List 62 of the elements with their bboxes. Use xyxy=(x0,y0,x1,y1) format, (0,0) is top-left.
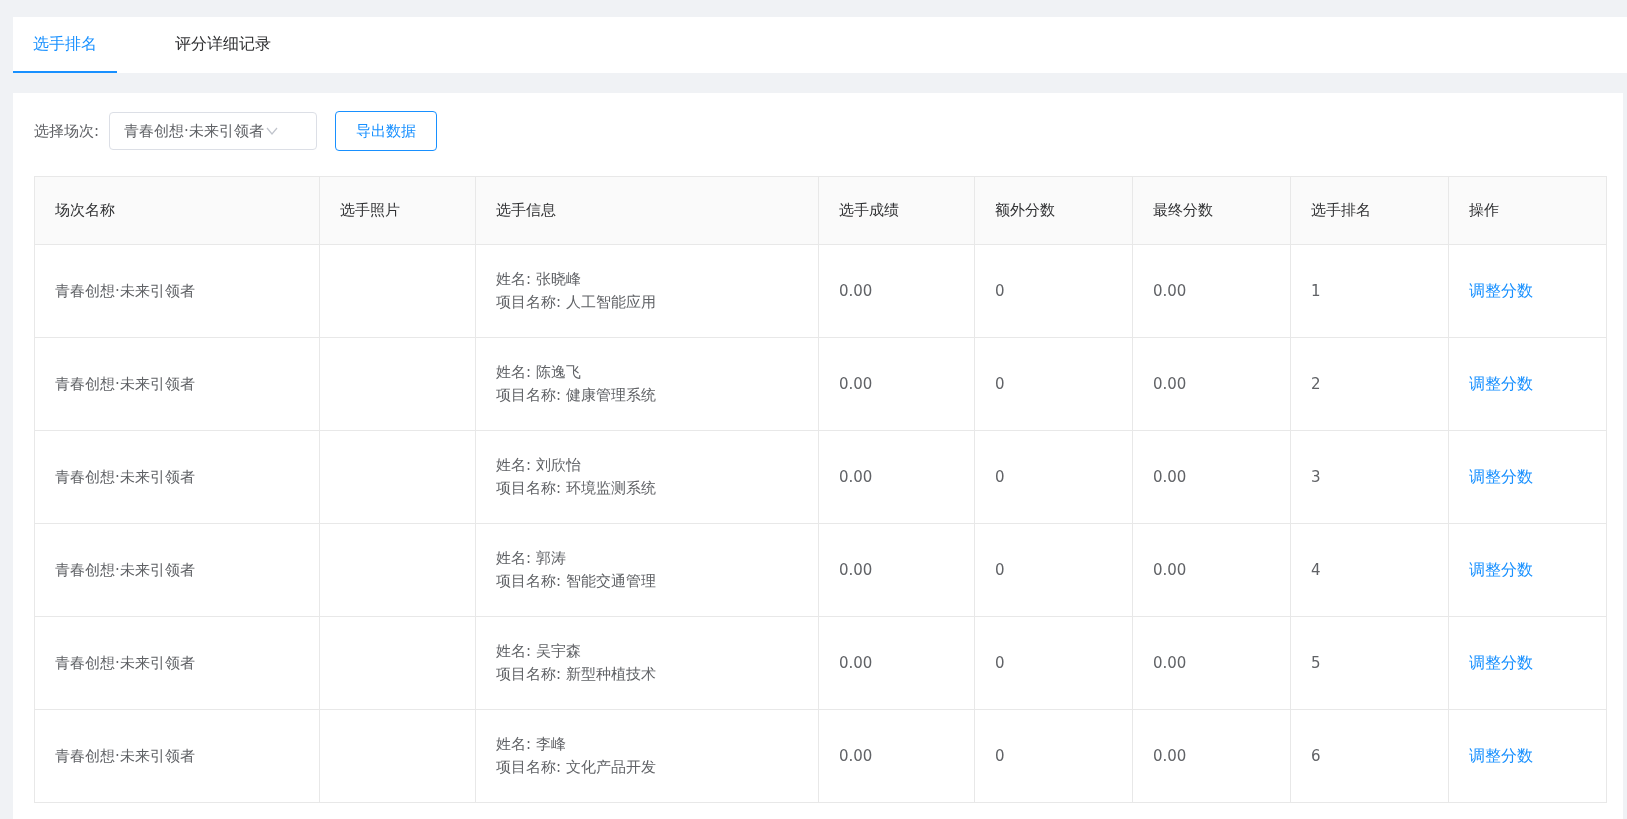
table-cell: 青春创想·未来引领者 xyxy=(34,523,320,617)
player-name: 姓名: 陈逸飞 xyxy=(496,362,582,383)
adjust-score-link[interactable]: 调整分数 xyxy=(1469,559,1533,579)
table-cell: 0.00 xyxy=(818,430,975,524)
export-button[interactable]: 导出数据 xyxy=(335,111,438,151)
column-header: 额外分数 xyxy=(974,176,1133,245)
table-cell: 3 xyxy=(1290,430,1449,524)
player-name: 姓名: 郭涛 xyxy=(496,548,567,569)
column-header: 选手成绩 xyxy=(818,176,975,245)
table-cell: 2 xyxy=(1290,337,1449,431)
filter-label: 选择场次: xyxy=(34,121,100,141)
adjust-score-link[interactable]: 调整分数 xyxy=(1469,652,1533,672)
project-name: 项目名称: 人工智能应用 xyxy=(496,292,657,313)
table-cell: 0.00 xyxy=(1132,709,1291,803)
column-header: 操作 xyxy=(1448,176,1607,245)
table-cell: 0.00 xyxy=(1132,337,1291,431)
table-cell: 0.00 xyxy=(818,337,975,431)
player-name: 姓名: 张晓峰 xyxy=(496,269,582,290)
table-cell: 0.00 xyxy=(818,244,975,338)
player-name: 姓名: 刘欣怡 xyxy=(496,455,582,476)
table-cell: 0.00 xyxy=(1132,244,1291,338)
table-cell: 0.00 xyxy=(1132,616,1291,710)
table-cell: 青春创想·未来引领者 xyxy=(34,244,320,338)
table-cell: 6 xyxy=(1290,709,1449,803)
chevron-down-icon xyxy=(265,127,278,135)
session-select[interactable]: 青春创想·未来引领者 xyxy=(109,112,318,150)
table-cell: 0 xyxy=(974,244,1133,338)
table-cell: 青春创想·未来引领者 xyxy=(34,430,320,524)
tab[interactable]: 评分详细记录 xyxy=(155,17,291,73)
table-cell: 5 xyxy=(1290,616,1449,710)
table-cell: 4 xyxy=(1290,523,1449,617)
column-header: 选手排名 xyxy=(1290,176,1449,245)
adjust-score-link[interactable]: 调整分数 xyxy=(1469,745,1533,765)
table-cell: 0.00 xyxy=(1132,430,1291,524)
adjust-score-link[interactable]: 调整分数 xyxy=(1469,466,1533,486)
table-cell: 0.00 xyxy=(818,709,975,803)
player-name: 姓名: 吴宇森 xyxy=(496,641,582,662)
table-cell: 0 xyxy=(974,616,1133,710)
player-name: 姓名: 李峰 xyxy=(496,734,567,755)
table-cell: 0 xyxy=(974,523,1133,617)
table-cell: 青春创想·未来引领者 xyxy=(34,616,320,710)
column-header: 场次名称 xyxy=(34,176,320,245)
table-cell: 0.00 xyxy=(1132,523,1291,617)
adjust-score-link[interactable]: 调整分数 xyxy=(1469,280,1533,300)
tab[interactable]: 选手排名 xyxy=(13,17,117,73)
column-header: 选手照片 xyxy=(319,176,476,245)
project-name: 项目名称: 智能交通管理 xyxy=(496,571,657,592)
table-cell: 0 xyxy=(974,337,1133,431)
project-name: 项目名称: 环境监测系统 xyxy=(496,478,657,499)
project-name: 项目名称: 文化产品开发 xyxy=(496,757,657,778)
table-cell: 1 xyxy=(1290,244,1449,338)
project-name: 项目名称: 健康管理系统 xyxy=(496,385,657,406)
table-cell: 青春创想·未来引领者 xyxy=(34,709,320,803)
project-name: 项目名称: 新型种植技术 xyxy=(496,664,657,685)
column-header: 选手信息 xyxy=(475,176,819,245)
table-cell: 0.00 xyxy=(818,523,975,617)
adjust-score-link[interactable]: 调整分数 xyxy=(1469,373,1533,393)
table-cell: 0.00 xyxy=(818,616,975,710)
table-cell: 青春创想·未来引领者 xyxy=(34,337,320,431)
table-cell: 0 xyxy=(974,430,1133,524)
table-cell: 0 xyxy=(974,709,1133,803)
column-header: 最终分数 xyxy=(1132,176,1291,245)
